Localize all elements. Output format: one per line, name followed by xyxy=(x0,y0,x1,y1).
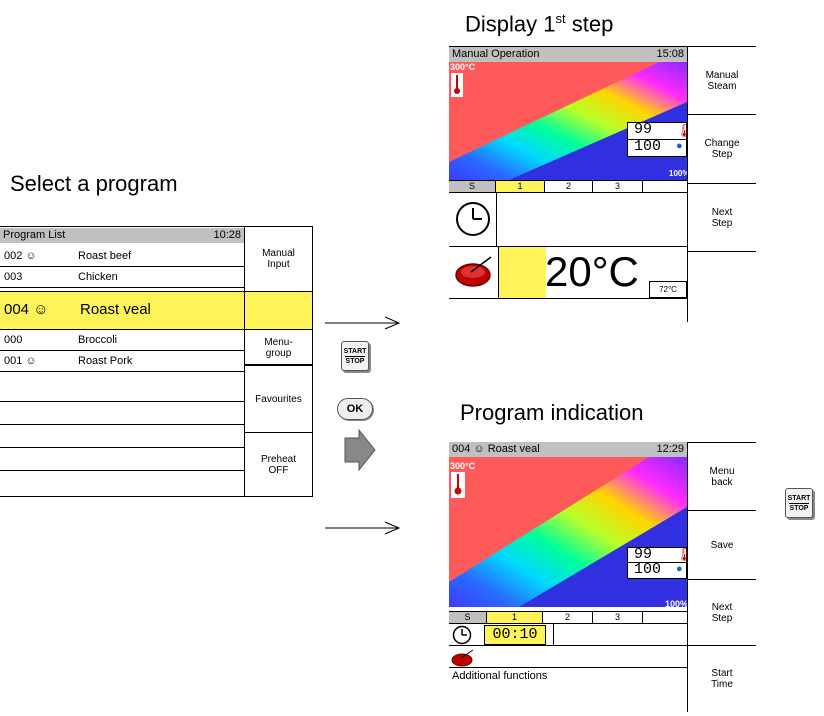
menu-group-button[interactable]: Menu- group xyxy=(245,331,312,365)
change-step-button[interactable]: Change Step xyxy=(688,115,756,184)
clock-icon xyxy=(456,202,490,236)
program-row-empty[interactable] xyxy=(0,425,244,448)
start-stop-key-right[interactable]: START STOP xyxy=(785,488,813,518)
timer-field[interactable]: 00:10 xyxy=(484,625,546,645)
tab-step-1[interactable]: 1 xyxy=(487,612,543,623)
time-row[interactable]: 00:10 xyxy=(449,624,687,646)
display-step-screen: Manual Operation 15:08 300°C 99 100 🌡 ● … xyxy=(449,46,756,322)
program-ind-time: 12:29 xyxy=(656,443,684,455)
temperature-graph xyxy=(449,457,687,607)
thermometer-icon xyxy=(451,73,463,97)
start-time-button[interactable]: Start Time xyxy=(688,646,756,712)
tab-step-3[interactable]: 3 xyxy=(593,181,643,192)
program-row-empty[interactable] xyxy=(0,471,244,496)
program-row-empty[interactable] xyxy=(0,448,244,471)
time-row[interactable] xyxy=(449,193,687,247)
additional-functions-label[interactable]: Additional functions xyxy=(452,670,547,682)
arrow-right-icon xyxy=(325,521,401,535)
program-indication-screen: 004 ☺ Roast veal 12:29 300°C 99 100 🌡 ● … xyxy=(449,442,756,712)
display-step-time: 15:08 xyxy=(656,48,684,60)
display-step-side-buttons: Manual Steam Change Step Next Step xyxy=(687,47,756,322)
program-row[interactable]: 002 ☺ Roast beef xyxy=(0,246,244,267)
tab-step-2[interactable]: 2 xyxy=(545,181,593,192)
core-temp-setpoint: 72°C xyxy=(649,281,687,298)
humidity-icon: ● xyxy=(676,140,683,152)
tab-s[interactable]: S xyxy=(449,612,487,623)
next-step-button[interactable]: Next Step xyxy=(688,580,756,646)
core-temp-row[interactable] xyxy=(449,646,687,668)
program-list-side-buttons: Manual Input Menu- group Favourites Preh… xyxy=(244,227,312,496)
program-list-titlebar: Program List 10:28 xyxy=(0,228,244,243)
clock-icon xyxy=(452,625,472,645)
program-row-empty[interactable] xyxy=(0,379,244,402)
thermometer-icon xyxy=(451,472,465,498)
preheat-off-button[interactable]: Preheat OFF xyxy=(245,433,312,496)
big-arrow-right-icon xyxy=(344,428,376,472)
display-step-title: Manual Operation xyxy=(452,48,540,60)
caption-select-program: Select a program xyxy=(10,171,178,196)
caption-display-first-step: Display 1st step xyxy=(465,11,614,37)
manual-input-button[interactable]: Manual Input xyxy=(245,227,312,292)
temp-max-label: 300°C xyxy=(450,62,476,72)
tab-step-3[interactable]: 3 xyxy=(593,612,643,623)
program-row-empty[interactable] xyxy=(0,402,244,425)
tab-step-1[interactable]: 1 xyxy=(496,181,545,192)
arrow-right-icon xyxy=(325,316,401,330)
tab-empty xyxy=(643,612,687,623)
program-list-screen: Program List 10:28 002 ☺ Roast beef 003 … xyxy=(0,226,313,497)
meat-icon xyxy=(455,256,492,287)
meat-icon xyxy=(451,649,474,667)
display-step-titlebar: Manual Operation 15:08 xyxy=(449,47,687,62)
tab-empty xyxy=(643,181,687,192)
program-row[interactable]: 003 Chicken xyxy=(0,267,244,288)
next-step-button[interactable]: Next Step xyxy=(688,184,756,252)
menu-back-button[interactable]: Menu back xyxy=(688,443,756,511)
big-temperature: 20°C xyxy=(545,248,639,295)
program-row[interactable]: 001 ☺ Roast Pork xyxy=(0,351,244,372)
program-list-title: Program List xyxy=(3,229,66,241)
step-tabs: S 1 2 3 xyxy=(449,180,687,193)
manual-steam-button[interactable]: Manual Steam xyxy=(688,47,756,115)
caption-program-indication: Program indication xyxy=(460,400,644,425)
humidity-icon: ● xyxy=(676,563,683,575)
core-temp-row[interactable]: 20°C 72°C xyxy=(449,247,687,299)
empty-side-button[interactable] xyxy=(688,252,756,322)
favourites-button[interactable]: Favourites xyxy=(245,365,312,433)
temp-max-label: 300°C xyxy=(450,461,476,471)
tab-s[interactable]: S xyxy=(449,181,496,192)
tab-step-2[interactable]: 2 xyxy=(543,612,593,623)
program-list-time: 10:28 xyxy=(213,229,241,241)
step-tabs: S 1 2 3 xyxy=(449,611,687,624)
ok-key[interactable]: OK xyxy=(337,398,373,420)
connector-arrows xyxy=(325,316,401,535)
start-stop-key[interactable]: START STOP xyxy=(341,341,369,371)
save-button[interactable]: Save xyxy=(688,511,756,580)
program-ind-titlebar: 004 ☺ Roast veal 12:29 xyxy=(449,442,687,457)
program-ind-side-buttons: Menu back Save Next Step Start Time xyxy=(687,442,756,712)
percent-label: 100% xyxy=(665,599,689,609)
program-row[interactable]: 000 Broccoli xyxy=(0,330,244,351)
program-ind-title: 004 ☺ Roast veal xyxy=(452,443,540,455)
